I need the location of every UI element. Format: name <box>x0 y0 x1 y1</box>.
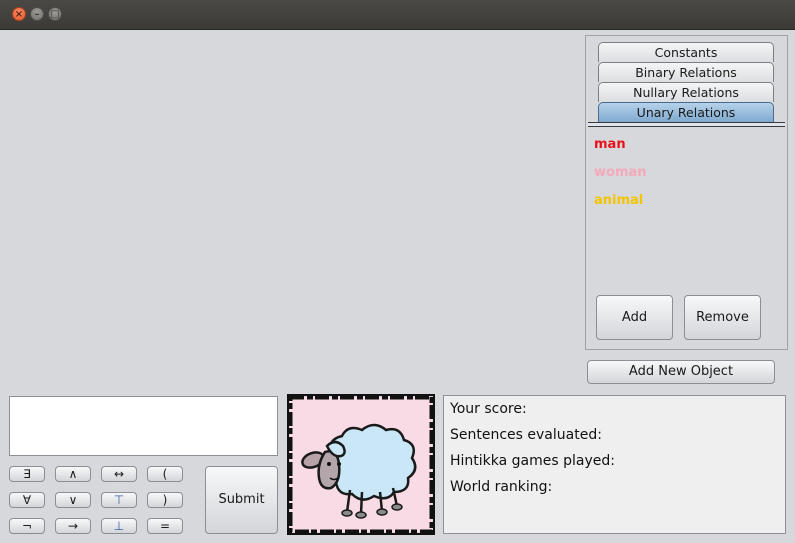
sentences-evaluated-label: Sentences evaluated: <box>450 427 602 443</box>
relation-man[interactable]: man <box>594 137 626 152</box>
tab-unary-relations[interactable]: Unary Relations <box>598 102 774 122</box>
title-bar: × – □ <box>0 0 795 30</box>
or-button[interactable]: ∨ <box>55 492 91 508</box>
hintikka-games-label: Hintikka games played: <box>450 453 615 469</box>
relation-woman[interactable]: woman <box>594 165 647 180</box>
relations-panel: Constants Binary Relations Nullary Relat… <box>585 35 788 350</box>
tab-nullary-relations[interactable]: Nullary Relations <box>598 82 774 102</box>
world-canvas[interactable] <box>3 30 581 384</box>
bottom-button[interactable]: ⊥ <box>101 518 137 534</box>
left-paren-button[interactable]: ( <box>147 466 183 482</box>
tab-constants[interactable]: Constants <box>598 42 774 62</box>
remove-button[interactable]: Remove <box>684 295 761 340</box>
score-label: Your score: <box>450 401 527 417</box>
tab-separator <box>588 122 785 127</box>
sentence-input[interactable] <box>9 396 278 456</box>
world-ranking-label: World ranking: <box>450 479 553 495</box>
iff-button[interactable]: ↔ <box>101 466 137 482</box>
not-button[interactable]: ¬ <box>9 518 45 534</box>
implies-button[interactable]: → <box>55 518 91 534</box>
add-new-object-button[interactable]: Add New Object <box>587 360 775 384</box>
forall-button[interactable]: ∀ <box>9 492 45 508</box>
right-paren-button[interactable]: ) <box>147 492 183 508</box>
tab-binary-relations[interactable]: Binary Relations <box>598 62 774 82</box>
equals-button[interactable]: = <box>147 518 183 534</box>
sheep-image <box>287 394 435 535</box>
score-panel: Your score: Sentences evaluated: Hintikk… <box>443 395 786 534</box>
maximize-icon[interactable]: □ <box>48 7 62 21</box>
top-button[interactable]: ⊤ <box>101 492 137 508</box>
submit-button[interactable]: Submit <box>205 466 278 534</box>
exists-button[interactable]: ∃ <box>9 466 45 482</box>
add-button[interactable]: Add <box>596 295 673 340</box>
minimize-icon[interactable]: – <box>30 7 44 21</box>
close-icon[interactable]: × <box>12 7 26 21</box>
and-button[interactable]: ∧ <box>55 466 91 482</box>
relation-animal[interactable]: animal <box>594 193 643 208</box>
